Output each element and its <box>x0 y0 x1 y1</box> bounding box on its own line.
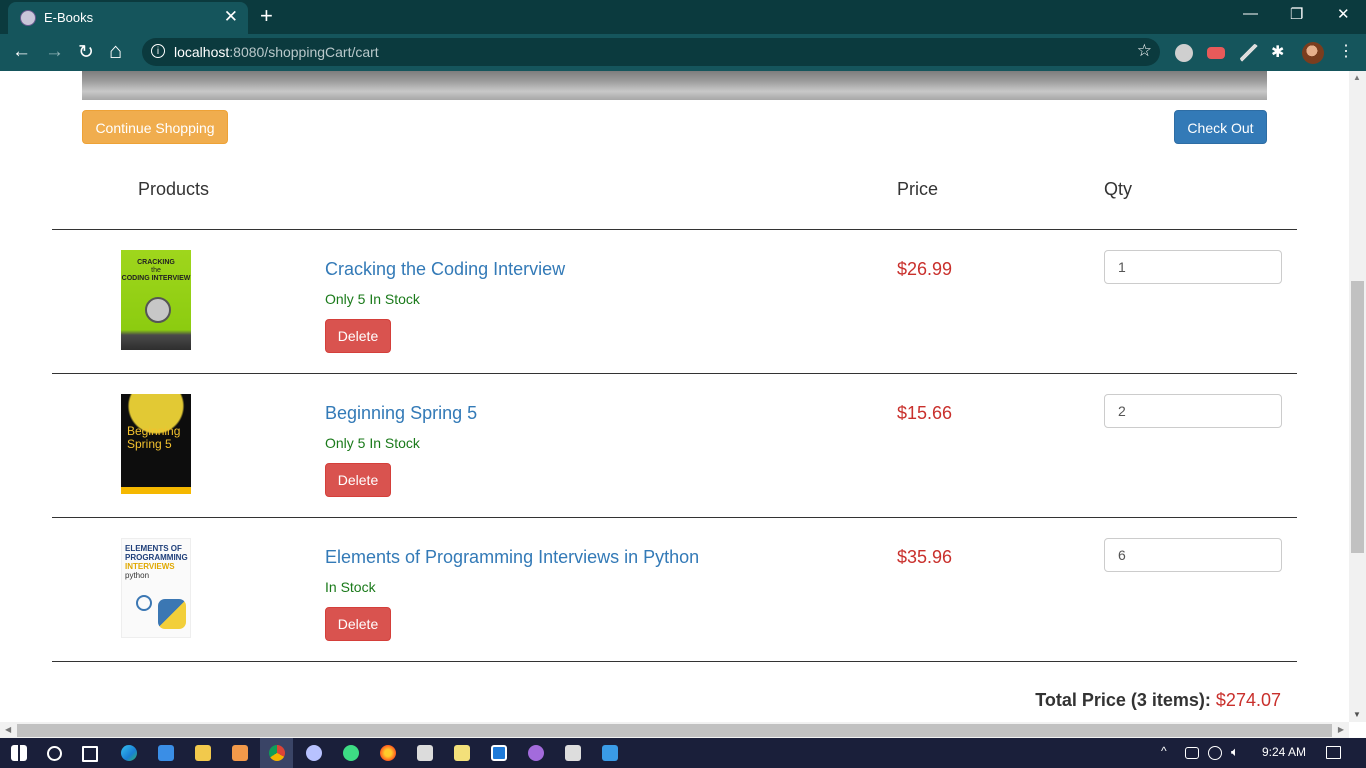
delete-button[interactable]: Delete <box>325 463 391 497</box>
extension-icon[interactable] <box>1240 44 1258 62</box>
app-icon[interactable] <box>232 745 248 761</box>
tab-close-icon[interactable]: ✕ <box>224 7 238 27</box>
app-icon[interactable] <box>491 745 507 761</box>
continue-shopping-button[interactable]: Continue Shopping <box>82 110 228 144</box>
browser-toolbar: ← → ↻ ⌂ i localhost:8080/shoppingCart/ca… <box>0 34 1366 71</box>
divider <box>52 373 1297 374</box>
vertical-scroll-thumb[interactable] <box>1351 281 1364 553</box>
divider <box>52 517 1297 518</box>
network-icon[interactable] <box>1185 747 1199 759</box>
scroll-down-arrow-icon[interactable]: ▼ <box>1353 710 1361 719</box>
browser-menu-icon[interactable]: ⋮ <box>1338 41 1354 61</box>
delete-button[interactable]: Delete <box>325 319 391 353</box>
site-favicon-icon <box>20 10 36 26</box>
product-title-link[interactable]: Elements of Programming Interviews in Py… <box>325 547 699 568</box>
volume-icon[interactable]: 🔈︎ <box>1231 744 1239 760</box>
check-out-button[interactable]: Check Out <box>1174 110 1267 144</box>
notifications-icon[interactable] <box>1326 746 1341 759</box>
vertical-scrollbar[interactable]: ▲ ▼ <box>1349 71 1366 722</box>
forward-button[interactable]: → <box>45 41 64 63</box>
browser-tab[interactable]: E-Books ✕ <box>8 2 248 34</box>
book-cover-image[interactable]: ELEMENTS OF PROGRAMMING INTERVIEWS pytho… <box>121 538 191 638</box>
book-cover-image[interactable]: Beginning Spring 5 <box>121 394 191 494</box>
total-price-label: Total Price (3 items): <box>1035 690 1211 710</box>
qty-header: Qty <box>1104 179 1133 199</box>
horizontal-scroll-thumb[interactable] <box>17 724 1332 737</box>
start-windows-icon[interactable] <box>11 745 27 761</box>
chrome-browser-icon[interactable] <box>269 745 285 761</box>
quantity-input[interactable] <box>1104 538 1282 572</box>
reload-button[interactable]: ↻ <box>78 41 94 64</box>
book-cover-image[interactable]: CRACKING the CODING INTERVIEW <box>121 250 191 350</box>
close-window-button[interactable]: ✕ <box>1337 5 1350 23</box>
taskbar-clock[interactable]: 9:24 AM <box>1262 745 1306 759</box>
restore-button[interactable]: ❐ <box>1290 5 1303 23</box>
url-text[interactable]: localhost:8080/shoppingCart/cart <box>174 44 379 60</box>
products-header: Products <box>138 179 210 199</box>
scroll-right-arrow-icon[interactable]: ▶ <box>1338 725 1344 734</box>
browser-title-bar: E-Books ✕ + — ❐ ✕ <box>0 0 1366 34</box>
stock-status: Only 5 In Stock <box>325 435 420 451</box>
item-price: $35.96 <box>897 547 953 567</box>
delete-button[interactable]: Delete <box>325 607 391 641</box>
android-studio-icon[interactable] <box>343 745 359 761</box>
app-icon[interactable] <box>158 745 174 761</box>
item-price: $26.99 <box>897 259 953 279</box>
language-globe-icon[interactable] <box>1208 746 1222 760</box>
extension-icon[interactable] <box>1175 44 1193 62</box>
extension-icon[interactable] <box>1207 47 1225 59</box>
back-button[interactable]: ← <box>12 41 31 63</box>
task-view-icon[interactable] <box>82 746 98 762</box>
app-icon[interactable] <box>528 745 544 761</box>
calculator-icon[interactable] <box>417 745 433 761</box>
stock-status: Only 5 In Stock <box>325 291 420 307</box>
show-hidden-icons-chevron-icon[interactable]: ^ <box>1161 744 1167 758</box>
product-title-link[interactable]: Cracking the Coding Interview <box>325 259 565 280</box>
bookmark-star-icon[interactable]: ☆ <box>1137 41 1152 61</box>
price-header: Price <box>897 179 939 199</box>
quantity-input[interactable] <box>1104 394 1282 428</box>
total-price-value: $274.07 <box>1215 690 1281 710</box>
mail-icon[interactable] <box>602 745 618 761</box>
quantity-input[interactable] <box>1104 250 1282 284</box>
app-icon[interactable] <box>306 745 322 761</box>
edge-browser-icon[interactable] <box>121 745 137 761</box>
address-bar[interactable]: i localhost:8080/shoppingCart/cart ☆ <box>142 38 1160 66</box>
minimize-button[interactable]: — <box>1243 5 1258 22</box>
divider <box>52 229 1297 230</box>
total-price: Total Price (3 items): $274.07 <box>1035 690 1281 711</box>
header-banner-image <box>82 71 1267 100</box>
scroll-left-arrow-icon[interactable]: ◀ <box>5 725 11 734</box>
tab-title: E-Books <box>44 10 94 25</box>
file-explorer-icon[interactable] <box>195 745 211 761</box>
new-tab-button[interactable]: + <box>260 3 273 29</box>
firefox-icon[interactable] <box>380 745 396 761</box>
item-price: $15.66 <box>897 403 953 423</box>
home-button[interactable]: ⌂ <box>109 38 122 64</box>
site-info-icon[interactable]: i <box>151 44 165 58</box>
search-icon[interactable] <box>47 746 62 761</box>
stock-status: In Stock <box>325 579 376 595</box>
puzzle-extensions-icon[interactable]: ✱ <box>1271 44 1289 62</box>
profile-avatar[interactable] <box>1302 42 1324 64</box>
horizontal-scrollbar[interactable]: ◀ ▶ <box>0 722 1349 739</box>
divider <box>52 661 1297 662</box>
product-title-link[interactable]: Beginning Spring 5 <box>325 403 477 424</box>
notes-icon[interactable] <box>454 745 470 761</box>
scroll-up-arrow-icon[interactable]: ▲ <box>1353 73 1361 82</box>
app-icon[interactable] <box>565 745 581 761</box>
